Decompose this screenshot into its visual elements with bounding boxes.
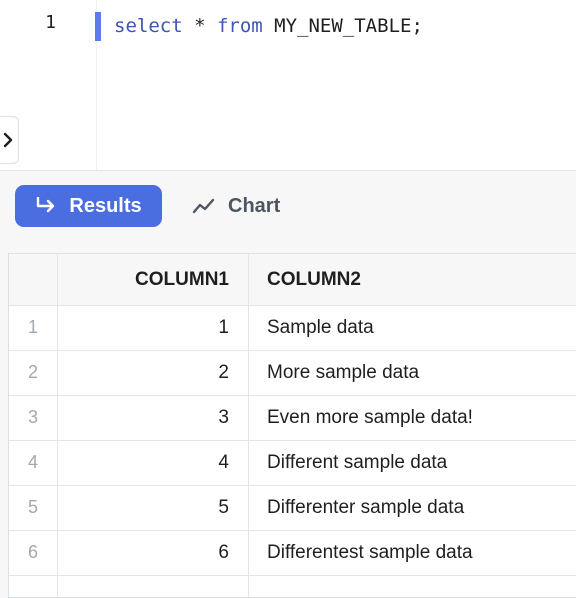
cell-column1[interactable]: 6 <box>58 530 249 575</box>
table-row[interactable]: 6 6 Differentest sample data <box>9 530 576 576</box>
tab-results-label: Results <box>69 194 142 217</box>
return-arrow-icon <box>37 197 55 213</box>
cell-column2-empty <box>249 575 576 597</box>
table-row[interactable]: 2 2 More sample data <box>9 350 576 396</box>
tab-chart-label: Chart <box>228 194 281 217</box>
cell-column2[interactable]: More sample data <box>249 350 576 395</box>
table-row[interactable]: 1 1 Sample data <box>9 305 576 351</box>
table-row[interactable]: 3 3 Even more sample data! <box>9 395 576 441</box>
keyword-from: from <box>216 15 263 37</box>
line-number: 1 <box>45 12 56 33</box>
results-tabbar: Results Chart <box>0 170 576 243</box>
sql-worksheet: 1 select * from MY_NEW_TABLE; Results Ch… <box>0 0 576 598</box>
code-star: * <box>182 15 217 37</box>
code-line[interactable]: select * from MY_NEW_TABLE; <box>114 12 423 41</box>
cell-column2[interactable]: Different sample data <box>249 440 576 485</box>
table-row[interactable]: 5 5 Differenter sample data <box>9 485 576 531</box>
results-panel: COLUMN1 COLUMN2 1 1 Sample data 2 2 More… <box>0 242 576 598</box>
cell-column2[interactable]: Differenter sample data <box>249 485 576 530</box>
cell-column1[interactable]: 5 <box>58 485 249 530</box>
tab-chart[interactable]: Chart <box>192 185 280 227</box>
cell-column1[interactable]: 4 <box>58 440 249 485</box>
code-table-name: MY_NEW_TABLE; <box>262 15 423 37</box>
results-table: COLUMN1 COLUMN2 1 1 Sample data 2 2 More… <box>8 253 576 598</box>
header-index-cell <box>9 254 58 305</box>
row-index: 4 <box>9 440 58 485</box>
panel-toggle-button[interactable] <box>0 116 19 164</box>
row-index: 3 <box>9 395 58 440</box>
cell-column1[interactable]: 2 <box>58 350 249 395</box>
row-index-empty <box>9 575 58 597</box>
cell-column1[interactable]: 1 <box>58 305 249 350</box>
row-index: 1 <box>9 305 58 350</box>
cell-column1[interactable]: 3 <box>58 395 249 440</box>
tab-results[interactable]: Results <box>15 185 162 227</box>
table-row[interactable]: 4 4 Different sample data <box>9 440 576 486</box>
active-line-indicator <box>95 12 101 41</box>
row-index: 6 <box>9 530 58 575</box>
keyword-select: select <box>114 15 183 37</box>
column-header-column2[interactable]: COLUMN2 <box>249 254 576 305</box>
table-row-partial <box>9 575 576 597</box>
table-header-row: COLUMN1 COLUMN2 <box>9 254 576 306</box>
row-index: 2 <box>9 350 58 395</box>
sql-editor[interactable]: 1 select * from MY_NEW_TABLE; <box>0 0 576 170</box>
cell-column2[interactable]: Even more sample data! <box>249 395 576 440</box>
column-header-column1[interactable]: COLUMN1 <box>58 254 249 305</box>
cell-column1-empty <box>58 575 249 597</box>
row-index: 5 <box>9 485 58 530</box>
line-chart-icon <box>192 198 215 214</box>
cell-column2[interactable]: Differentest sample data <box>249 530 576 575</box>
cell-column2[interactable]: Sample data <box>249 305 576 350</box>
chevron-right-icon <box>3 132 13 148</box>
